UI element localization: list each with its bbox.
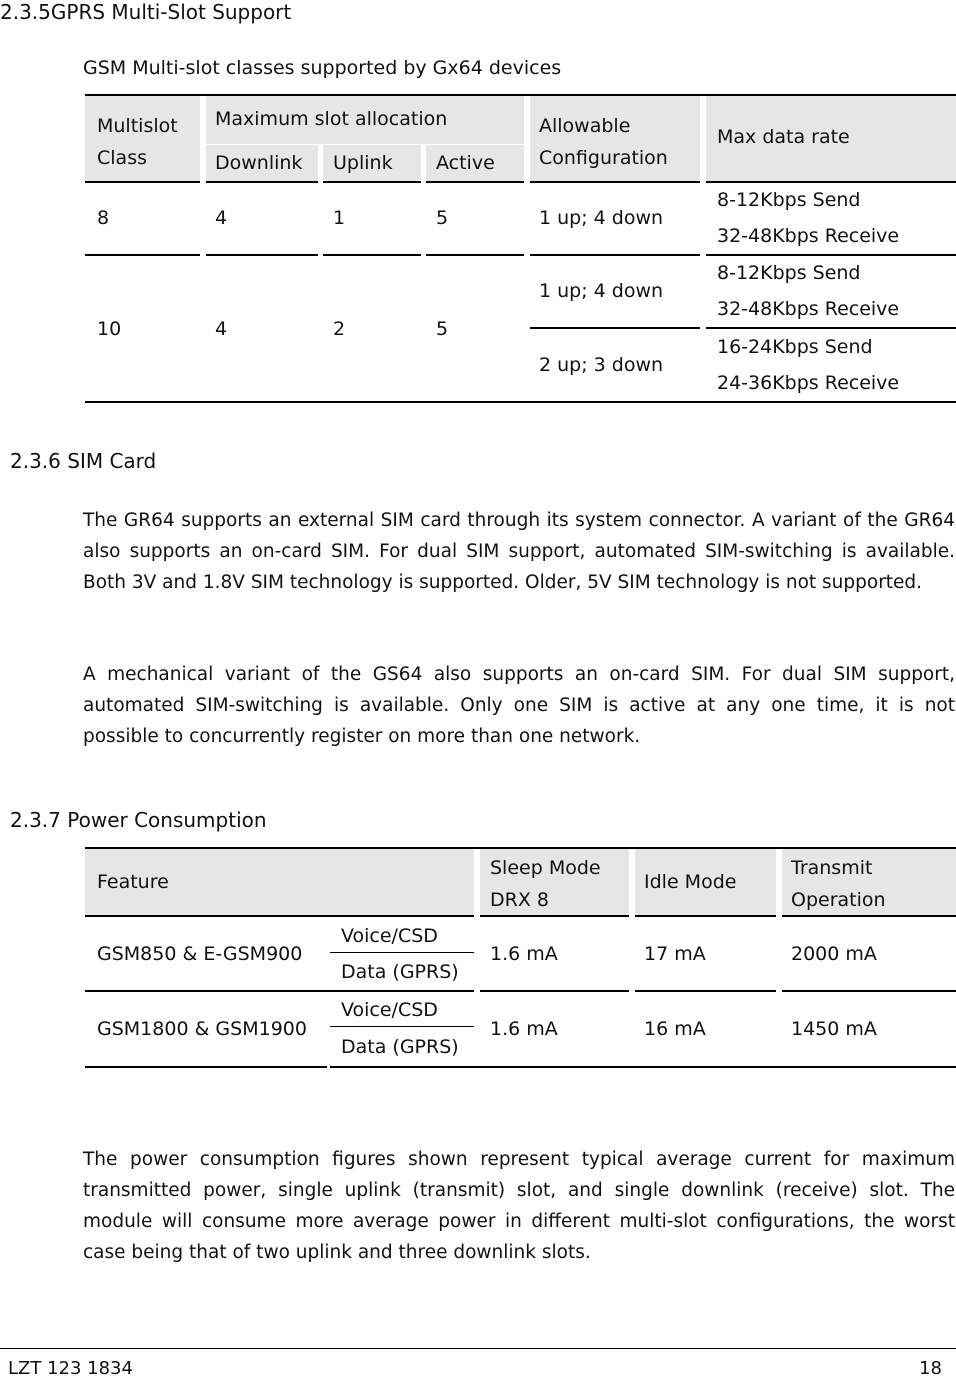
rule xyxy=(85,254,200,256)
cell-class: 10 xyxy=(97,318,122,340)
rule xyxy=(85,990,474,992)
rule xyxy=(530,181,700,183)
rule xyxy=(706,327,956,329)
subheader-divider xyxy=(206,144,524,145)
cell-uplink: 2 xyxy=(333,318,346,340)
footer-rule xyxy=(0,1348,956,1349)
table-top-rule xyxy=(85,847,956,849)
rule xyxy=(85,915,474,917)
header-uplink: Uplink xyxy=(333,152,393,174)
cell-feature: GSM1800 & GSM1900 xyxy=(97,1018,307,1040)
cell-transmit: 2000 mA xyxy=(791,943,877,965)
rule xyxy=(782,915,956,917)
mode-divider xyxy=(330,952,474,953)
header-downlink: Downlink xyxy=(215,152,303,174)
header-class: Multislot Class xyxy=(97,115,178,169)
cell-mode-data: Data (GPRS) xyxy=(341,961,459,983)
table-caption: GSM Multi-slot classes supported by Gx64… xyxy=(83,57,562,79)
section-heading-2-3-6: 2.3.6 SIM Card xyxy=(10,449,157,473)
cell-send-rate: 8-12Kbps Send xyxy=(717,189,861,211)
rule xyxy=(635,990,776,992)
cell-send-rate: 16-24Kbps Send xyxy=(717,336,873,358)
rule xyxy=(530,327,700,329)
cell-active: 5 xyxy=(436,207,449,229)
rule xyxy=(426,181,524,183)
power-note-paragraph: The power consumption figures shown repr… xyxy=(83,1149,955,1263)
sim-paragraph-1: The GR64 supports an external SIM card t… xyxy=(83,510,955,593)
header-max-slot: Maximum slot allocation xyxy=(215,108,448,130)
cell-sleep: 1.6 mA xyxy=(490,943,558,965)
cell-sleep: 1.6 mA xyxy=(490,1018,558,1040)
rule xyxy=(635,915,776,917)
rule xyxy=(323,254,421,256)
cell-receive-rate: 32-48Kbps Receive xyxy=(717,225,900,247)
cell-downlink: 4 xyxy=(215,207,228,229)
subheader-gap xyxy=(318,144,323,181)
header-rate: Max data rate xyxy=(717,126,850,148)
rule xyxy=(426,254,524,256)
header-active: Active xyxy=(436,152,495,174)
table-top-rule xyxy=(85,94,956,96)
header-idle: Idle Mode xyxy=(644,871,737,893)
cell-mode-voice: Voice/CSD xyxy=(341,999,438,1021)
rule xyxy=(85,181,200,183)
footer-page-number: 18 xyxy=(919,1358,942,1379)
cell-active: 5 xyxy=(436,318,449,340)
cell-send-rate: 8-12Kbps Send xyxy=(717,262,861,284)
header-sleep: Sleep Mode DRX 8 xyxy=(490,857,601,911)
table-bottom-rule xyxy=(85,1066,327,1068)
table-bottom-rule xyxy=(330,1066,956,1068)
cell-receive-rate: 24-36Kbps Receive xyxy=(717,372,900,394)
rule xyxy=(706,254,956,256)
header-feature: Feature xyxy=(97,871,169,893)
cell-mode-data: Data (GPRS) xyxy=(341,1036,459,1058)
cell-feature: GSM850 & E-GSM900 xyxy=(97,943,303,965)
cell-downlink: 4 xyxy=(215,318,228,340)
rule xyxy=(323,181,421,183)
mode-divider xyxy=(330,1026,474,1027)
cell-config: 1 up; 4 down xyxy=(539,207,664,229)
cell-uplink: 1 xyxy=(333,207,346,229)
footer-doc-id: LZT 123 1834 xyxy=(8,1358,133,1379)
section-heading-2-3-5: 2.3.5GPRS Multi-Slot Support xyxy=(0,0,292,24)
rule xyxy=(480,915,629,917)
cell-config: 2 up; 3 down xyxy=(539,354,664,376)
header-transmit: Transmit Operation xyxy=(791,857,886,911)
rule xyxy=(480,990,629,992)
cell-mode-voice: Voice/CSD xyxy=(341,925,438,947)
cell-idle: 17 mA xyxy=(644,943,706,965)
subheader-gap xyxy=(421,144,426,181)
cell-receive-rate: 32-48Kbps Receive xyxy=(717,298,900,320)
header-config: Allowable Configuration xyxy=(539,115,668,169)
table-bottom-rule xyxy=(85,401,956,403)
cell-idle: 16 mA xyxy=(644,1018,706,1040)
rule xyxy=(206,254,318,256)
cell-transmit: 1450 mA xyxy=(791,1018,877,1040)
rule xyxy=(206,181,318,183)
sim-paragraph-2: A mechanical variant of the GS64 also su… xyxy=(83,664,955,747)
section-heading-2-3-7: 2.3.7 Power Consumption xyxy=(10,808,267,832)
cell-class: 8 xyxy=(97,207,110,229)
rule xyxy=(706,181,956,183)
rule xyxy=(530,254,700,256)
rule xyxy=(782,990,956,992)
cell-config: 1 up; 4 down xyxy=(539,280,664,302)
